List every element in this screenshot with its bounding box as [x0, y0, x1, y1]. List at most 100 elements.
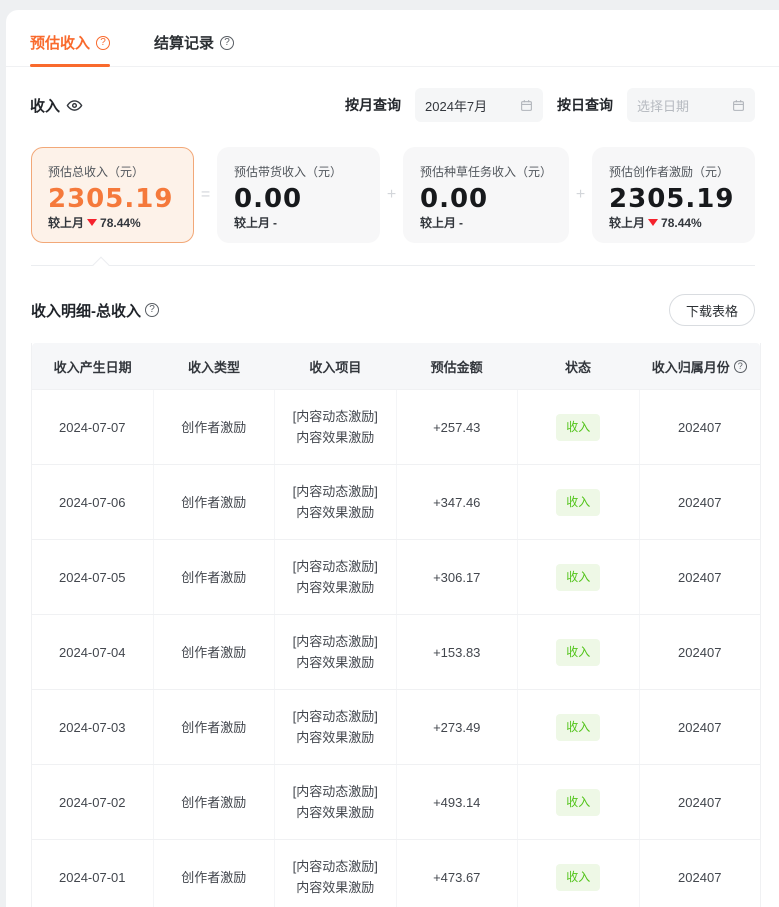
help-icon[interactable]: ? [734, 360, 747, 373]
plus-connector: + [569, 147, 592, 243]
status-badge: 收入 [556, 789, 600, 816]
cell-project: [内容动态激励]内容效果激励 [275, 465, 397, 539]
plus-connector: + [380, 147, 403, 243]
col-header-type: 收入类型 [153, 343, 274, 389]
card-total-income[interactable]: 预估总收入（元） 2305.19 较上月 78.44% [31, 147, 194, 243]
trend-down-icon [87, 219, 97, 226]
table-row: 2024-07-02 创作者激励 [内容动态激励]内容效果激励 +493.14 … [32, 764, 760, 839]
help-icon[interactable]: ? [96, 36, 110, 50]
cell-type: 创作者激励 [154, 765, 276, 839]
tabs-bar: 预估收入 ? 结算记录 ? [6, 10, 779, 67]
table-row: 2024-07-06 创作者激励 [内容动态激励]内容效果激励 +347.46 … [32, 464, 760, 539]
tab-estimated-income[interactable]: 预估收入 ? [30, 32, 110, 66]
date-filters: 按月查询 2024年7月 按日查询 选择日期 [345, 88, 755, 122]
col-header-month: 收入归属月份 ? [639, 343, 760, 389]
detail-section-header: 收入明细-总收入 ? 下载表格 [31, 294, 755, 326]
card-title: 预估种草任务收入（元） [420, 163, 552, 180]
cell-month: 202407 [640, 840, 761, 907]
tab-settlement-records[interactable]: 结算记录 ? [154, 32, 234, 66]
card-creator-incentive[interactable]: 预估创作者激励（元） 2305.19 较上月 78.44% [592, 147, 755, 243]
col-header-amount: 预估金额 [396, 343, 517, 389]
month-picker-input[interactable]: 2024年7月 [415, 88, 543, 122]
cell-month: 202407 [640, 390, 761, 464]
cell-project: [内容动态激励]内容效果激励 [275, 540, 397, 614]
card-title: 预估创作者激励（元） [609, 163, 738, 180]
cell-status: 收入 [518, 765, 640, 839]
day-picker-placeholder: 选择日期 [637, 96, 689, 115]
cell-date: 2024-07-04 [32, 615, 154, 689]
download-table-button[interactable]: 下载表格 [669, 294, 755, 326]
card-seeding-task-income[interactable]: 预估种草任务收入（元） 0.00 较上月 - [403, 147, 569, 243]
table-row: 2024-07-04 创作者激励 [内容动态激励]内容效果激励 +153.83 … [32, 614, 760, 689]
cell-status: 收入 [518, 540, 640, 614]
income-detail-table: 收入产生日期 收入类型 收入项目 预估金额 状态 收入归属月份 ? 2024-0… [31, 343, 761, 907]
card-title: 预估总收入（元） [48, 163, 177, 180]
cell-type: 创作者激励 [154, 690, 276, 764]
cell-project: [内容动态激励]内容效果激励 [275, 390, 397, 464]
status-badge: 收入 [556, 639, 600, 666]
cell-type: 创作者激励 [154, 615, 276, 689]
cell-project: [内容动态激励]内容效果激励 [275, 690, 397, 764]
col-header-date: 收入产生日期 [32, 343, 153, 389]
cell-date: 2024-07-03 [32, 690, 154, 764]
cell-amount: +347.46 [397, 465, 519, 539]
card-compare: 较上月 78.44% [48, 214, 177, 231]
day-query-label: 按日查询 [557, 95, 613, 115]
table-row: 2024-07-07 创作者激励 [内容动态激励]内容效果激励 +257.43 … [32, 389, 760, 464]
card-value: 0.00 [420, 184, 552, 214]
cell-project: [内容动态激励]内容效果激励 [275, 765, 397, 839]
cell-type: 创作者激励 [154, 465, 276, 539]
cell-date: 2024-07-02 [32, 765, 154, 839]
tab-settlement-records-label: 结算记录 [154, 32, 214, 53]
cell-date: 2024-07-06 [32, 465, 154, 539]
cell-date: 2024-07-07 [32, 390, 154, 464]
cell-status: 收入 [518, 690, 640, 764]
cell-date: 2024-07-01 [32, 840, 154, 907]
card-goods-income[interactable]: 预估带货收入（元） 0.00 较上月 - [217, 147, 380, 243]
table-row: 2024-07-05 创作者激励 [内容动态激励]内容效果激励 +306.17 … [32, 539, 760, 614]
cell-type: 创作者激励 [154, 540, 276, 614]
cell-status: 收入 [518, 615, 640, 689]
calendar-icon [732, 99, 745, 112]
income-label-text: 收入 [30, 95, 60, 116]
tab-estimated-income-label: 预估收入 [30, 32, 90, 53]
cell-amount: +473.67 [397, 840, 519, 907]
month-query-label: 按月查询 [345, 95, 401, 115]
status-badge: 收入 [556, 414, 600, 441]
cell-status: 收入 [518, 390, 640, 464]
equals-connector: = [194, 147, 217, 243]
table-header-row: 收入产生日期 收入类型 收入项目 预估金额 状态 收入归属月份 ? [32, 343, 760, 389]
card-title: 预估带货收入（元） [234, 163, 363, 180]
income-section-label: 收入 [30, 95, 83, 116]
cell-status: 收入 [518, 465, 640, 539]
cell-type: 创作者激励 [154, 840, 276, 907]
help-icon[interactable]: ? [145, 303, 159, 317]
card-compare: 较上月 78.44% [609, 214, 738, 231]
help-icon[interactable]: ? [220, 36, 234, 50]
cell-type: 创作者激励 [154, 390, 276, 464]
trend-down-icon [648, 219, 658, 226]
cell-date: 2024-07-05 [32, 540, 154, 614]
cell-month: 202407 [640, 615, 761, 689]
caret-up-notch [93, 257, 110, 274]
cell-month: 202407 [640, 540, 761, 614]
summary-cards: 预估总收入（元） 2305.19 较上月 78.44% = 预估带货收入（元） … [31, 147, 755, 243]
cell-month: 202407 [640, 765, 761, 839]
cell-amount: +153.83 [397, 615, 519, 689]
cell-month: 202407 [640, 690, 761, 764]
cell-amount: +257.43 [397, 390, 519, 464]
cell-amount: +273.49 [397, 690, 519, 764]
card-value: 2305.19 [48, 184, 177, 214]
cell-project: [内容动态激励]内容效果激励 [275, 840, 397, 907]
day-picker-input[interactable]: 选择日期 [627, 88, 755, 122]
status-badge: 收入 [556, 489, 600, 516]
table-row: 2024-07-01 创作者激励 [内容动态激励]内容效果激励 +473.67 … [32, 839, 760, 907]
col-header-status: 状态 [517, 343, 638, 389]
cell-month: 202407 [640, 465, 761, 539]
filter-row: 收入 按月查询 2024年7月 [6, 87, 779, 123]
cell-amount: +493.14 [397, 765, 519, 839]
calendar-icon [520, 99, 533, 112]
eye-icon[interactable] [66, 97, 83, 114]
col-header-project: 收入项目 [275, 343, 396, 389]
card-value: 2305.19 [609, 184, 738, 214]
